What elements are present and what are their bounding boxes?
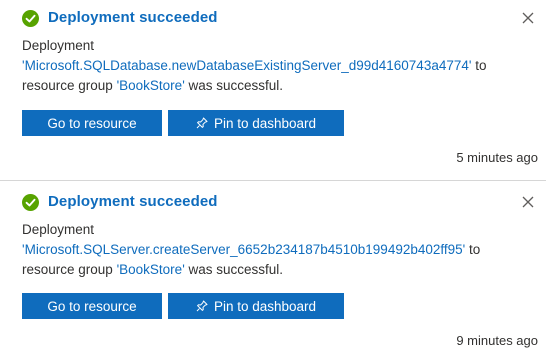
pin-icon — [196, 117, 208, 129]
pin-icon — [196, 300, 208, 312]
message-prefix: Deployment — [22, 222, 95, 237]
notification-time: 9 minutes ago — [456, 333, 538, 348]
message-suffix: was successful. — [184, 78, 284, 93]
notification-message: Deployment 'Microsoft.SQLDatabase.newDat… — [22, 36, 532, 96]
pin-button-label: Pin to dashboard — [213, 115, 317, 131]
go-to-resource-button[interactable]: Go to resource — [22, 110, 162, 136]
pin-button-label: Pin to dashboard — [213, 298, 317, 314]
notification-actions: Go to resource Pin to dashboard — [22, 293, 344, 319]
message-suffix: was successful. — [184, 262, 284, 277]
close-icon[interactable] — [522, 12, 534, 24]
resource-group-link[interactable]: BookStore — [119, 78, 182, 93]
resource-group-link[interactable]: BookStore — [119, 262, 182, 277]
go-to-resource-button[interactable]: Go to resource — [22, 293, 162, 319]
pin-to-dashboard-button[interactable]: Pin to dashboard — [168, 110, 344, 136]
notification-message: Deployment 'Microsoft.SQLServer.createSe… — [22, 220, 532, 280]
message-prefix: Deployment — [22, 38, 95, 53]
deployment-quote-close: ' — [462, 242, 466, 257]
notification-1: Deployment succeeded Deployment 'Microso… — [0, 0, 554, 180]
deployment-link[interactable]: Microsoft.SQLServer.createServer_6652b23… — [25, 242, 463, 257]
notification-title: Deployment succeeded — [48, 9, 218, 26]
notification-actions: Go to resource Pin to dashboard — [22, 110, 344, 136]
pin-to-dashboard-button[interactable]: Pin to dashboard — [168, 293, 344, 319]
deployment-quote-close: ' — [468, 58, 472, 73]
check-circle-icon — [22, 10, 39, 27]
notification-2: Deployment succeeded Deployment 'Microso… — [0, 181, 554, 362]
notification-title: Deployment succeeded — [48, 193, 218, 210]
close-icon[interactable] — [522, 196, 534, 208]
notification-time: 5 minutes ago — [456, 150, 538, 165]
check-circle-icon — [22, 194, 39, 211]
deployment-link[interactable]: Microsoft.SQLDatabase.newDatabaseExistin… — [25, 58, 469, 73]
